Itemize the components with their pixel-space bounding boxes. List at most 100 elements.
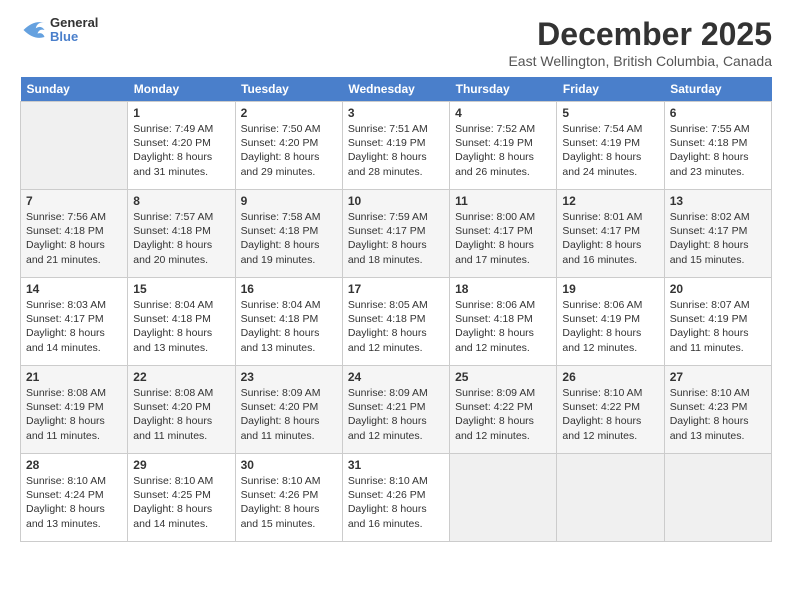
calendar-cell: 13 Sunrise: 8:02 AMSunset: 4:17 PMDayligh…: [664, 190, 771, 278]
calendar-cell: 10Sunrise: 7:59 AMSunset: 4:17 PMDayligh…: [342, 190, 449, 278]
day-number: 31: [348, 458, 444, 472]
day-number: 26: [562, 370, 658, 384]
header-row: Sunday Monday Tuesday Wednesday Thursday…: [21, 77, 772, 102]
title-block: December 2025 East Wellington, British C…: [508, 16, 772, 69]
calendar-cell: 2 Sunrise: 7:50 AMSunset: 4:20 PMDaylight…: [235, 102, 342, 190]
day-number: 30: [241, 458, 337, 472]
week-row-4: 21 Sunrise: 8:08 AMSunset: 4:19 PMDayligh…: [21, 366, 772, 454]
calendar-cell: 23Sunrise: 8:09 AMSunset: 4:20 PMDayligh…: [235, 366, 342, 454]
week-row-2: 7Sunrise: 7:56 AMSunset: 4:18 PMDaylight…: [21, 190, 772, 278]
logo-icon: [20, 16, 48, 44]
week-row-3: 14 Sunrise: 8:03 AMSunset: 4:17 PMDayligh…: [21, 278, 772, 366]
day-number: 1: [133, 106, 229, 120]
calendar-cell: [450, 454, 557, 542]
cell-data: Sunrise: 8:10 AMSunset: 4:23 PMDaylight:…: [670, 386, 766, 443]
cell-data: Sunrise: 8:10 AMSunset: 4:22 PMDaylight:…: [562, 386, 658, 443]
cell-data: Sunrise: 8:10 AMSunset: 4:26 PMDaylight:…: [348, 474, 444, 531]
calendar-cell: 31 Sunrise: 8:10 AMSunset: 4:26 PMDayligh…: [342, 454, 449, 542]
calendar-cell: 4 Sunrise: 7:52 AMSunset: 4:19 PMDaylight…: [450, 102, 557, 190]
calendar-cell: 11 Sunrise: 8:00 AMSunset: 4:17 PMDayligh…: [450, 190, 557, 278]
day-number: 28: [26, 458, 122, 472]
day-number: 13: [670, 194, 766, 208]
day-number: 25: [455, 370, 551, 384]
calendar-cell: 6Sunrise: 7:55 AMSunset: 4:18 PMDaylight…: [664, 102, 771, 190]
day-number: 22: [133, 370, 229, 384]
calendar-cell: 28 Sunrise: 8:10 AMSunset: 4:24 PMDayligh…: [21, 454, 128, 542]
day-number: 11: [455, 194, 551, 208]
cell-data: Sunrise: 7:57 AMSunset: 4:18 PMDaylight:…: [133, 210, 229, 267]
header-thursday: Thursday: [450, 77, 557, 102]
day-number: 3: [348, 106, 444, 120]
calendar-cell: 16 Sunrise: 8:04 AMSunset: 4:18 PMDayligh…: [235, 278, 342, 366]
calendar-cell: [557, 454, 664, 542]
cell-data: Sunrise: 7:52 AMSunset: 4:19 PMDaylight:…: [455, 122, 551, 179]
calendar-cell: 9Sunrise: 7:58 AMSunset: 4:18 PMDaylight…: [235, 190, 342, 278]
cell-data: Sunrise: 8:10 AMSunset: 4:24 PMDaylight:…: [26, 474, 122, 531]
cell-data: Sunrise: 7:50 AMSunset: 4:20 PMDaylight:…: [241, 122, 337, 179]
cell-data: Sunrise: 8:08 AMSunset: 4:20 PMDaylight:…: [133, 386, 229, 443]
calendar-cell: 29 Sunrise: 8:10 AMSunset: 4:25 PMDayligh…: [128, 454, 235, 542]
cell-data: Sunrise: 8:01 AMSunset: 4:17 PMDaylight:…: [562, 210, 658, 267]
header-monday: Monday: [128, 77, 235, 102]
calendar-cell: [21, 102, 128, 190]
calendar-cell: 18 Sunrise: 8:06 AMSunset: 4:18 PMDayligh…: [450, 278, 557, 366]
cell-data: Sunrise: 7:58 AMSunset: 4:18 PMDaylight:…: [241, 210, 337, 267]
day-number: 29: [133, 458, 229, 472]
day-number: 19: [562, 282, 658, 296]
cell-data: Sunrise: 8:09 AMSunset: 4:22 PMDaylight:…: [455, 386, 551, 443]
day-number: 27: [670, 370, 766, 384]
calendar-cell: 21 Sunrise: 8:08 AMSunset: 4:19 PMDayligh…: [21, 366, 128, 454]
calendar-header: Sunday Monday Tuesday Wednesday Thursday…: [21, 77, 772, 102]
cell-data: Sunrise: 8:08 AMSunset: 4:19 PMDaylight:…: [26, 386, 122, 443]
cell-data: Sunrise: 8:00 AMSunset: 4:17 PMDaylight:…: [455, 210, 551, 267]
day-number: 2: [241, 106, 337, 120]
calendar-cell: 22 Sunrise: 8:08 AMSunset: 4:20 PMDayligh…: [128, 366, 235, 454]
logo-blue: Blue: [50, 29, 78, 44]
calendar-table: Sunday Monday Tuesday Wednesday Thursday…: [20, 77, 772, 542]
day-number: 4: [455, 106, 551, 120]
cell-data: Sunrise: 8:09 AMSunset: 4:21 PMDaylight:…: [348, 386, 444, 443]
week-row-1: 1 Sunrise: 7:49 AMSunset: 4:20 PMDaylight…: [21, 102, 772, 190]
day-number: 16: [241, 282, 337, 296]
day-number: 23: [241, 370, 337, 384]
cell-data: Sunrise: 8:04 AMSunset: 4:18 PMDaylight:…: [241, 298, 337, 355]
header-sunday: Sunday: [21, 77, 128, 102]
calendar-cell: 7Sunrise: 7:56 AMSunset: 4:18 PMDaylight…: [21, 190, 128, 278]
cell-data: Sunrise: 8:07 AMSunset: 4:19 PMDaylight:…: [670, 298, 766, 355]
calendar-cell: 25 Sunrise: 8:09 AMSunset: 4:22 PMDayligh…: [450, 366, 557, 454]
cell-data: Sunrise: 7:56 AMSunset: 4:18 PMDaylight:…: [26, 210, 122, 267]
day-number: 8: [133, 194, 229, 208]
calendar-cell: 1 Sunrise: 7:49 AMSunset: 4:20 PMDaylight…: [128, 102, 235, 190]
cell-data: Sunrise: 7:54 AMSunset: 4:19 PMDaylight:…: [562, 122, 658, 179]
month-year: December 2025: [508, 16, 772, 53]
day-number: 21: [26, 370, 122, 384]
cell-data: Sunrise: 8:10 AMSunset: 4:26 PMDaylight:…: [241, 474, 337, 531]
header-tuesday: Tuesday: [235, 77, 342, 102]
logo-general: General: [50, 15, 98, 30]
calendar-cell: 30 Sunrise: 8:10 AMSunset: 4:26 PMDayligh…: [235, 454, 342, 542]
day-number: 5: [562, 106, 658, 120]
cell-data: Sunrise: 8:10 AMSunset: 4:25 PMDaylight:…: [133, 474, 229, 531]
cell-data: Sunrise: 8:03 AMSunset: 4:17 PMDaylight:…: [26, 298, 122, 355]
calendar-cell: 5 Sunrise: 7:54 AMSunset: 4:19 PMDaylight…: [557, 102, 664, 190]
logo: General Blue: [20, 16, 98, 45]
calendar-cell: 17Sunrise: 8:05 AMSunset: 4:18 PMDayligh…: [342, 278, 449, 366]
cell-data: Sunrise: 8:02 AMSunset: 4:17 PMDaylight:…: [670, 210, 766, 267]
cell-data: Sunrise: 8:06 AMSunset: 4:18 PMDaylight:…: [455, 298, 551, 355]
header-friday: Friday: [557, 77, 664, 102]
cell-data: Sunrise: 7:51 AMSunset: 4:19 PMDaylight:…: [348, 122, 444, 179]
calendar-cell: 27 Sunrise: 8:10 AMSunset: 4:23 PMDayligh…: [664, 366, 771, 454]
cell-data: Sunrise: 8:06 AMSunset: 4:19 PMDaylight:…: [562, 298, 658, 355]
calendar-cell: 14 Sunrise: 8:03 AMSunset: 4:17 PMDayligh…: [21, 278, 128, 366]
day-number: 18: [455, 282, 551, 296]
cell-data: Sunrise: 7:49 AMSunset: 4:20 PMDaylight:…: [133, 122, 229, 179]
page: General Blue December 2025 East Wellingt…: [0, 0, 792, 612]
day-number: 14: [26, 282, 122, 296]
calendar-cell: 12Sunrise: 8:01 AMSunset: 4:17 PMDayligh…: [557, 190, 664, 278]
location: East Wellington, British Columbia, Canad…: [508, 53, 772, 69]
day-number: 10: [348, 194, 444, 208]
day-number: 17: [348, 282, 444, 296]
calendar-cell: 15Sunrise: 8:04 AMSunset: 4:18 PMDayligh…: [128, 278, 235, 366]
calendar-cell: 19 Sunrise: 8:06 AMSunset: 4:19 PMDayligh…: [557, 278, 664, 366]
calendar-cell: [664, 454, 771, 542]
